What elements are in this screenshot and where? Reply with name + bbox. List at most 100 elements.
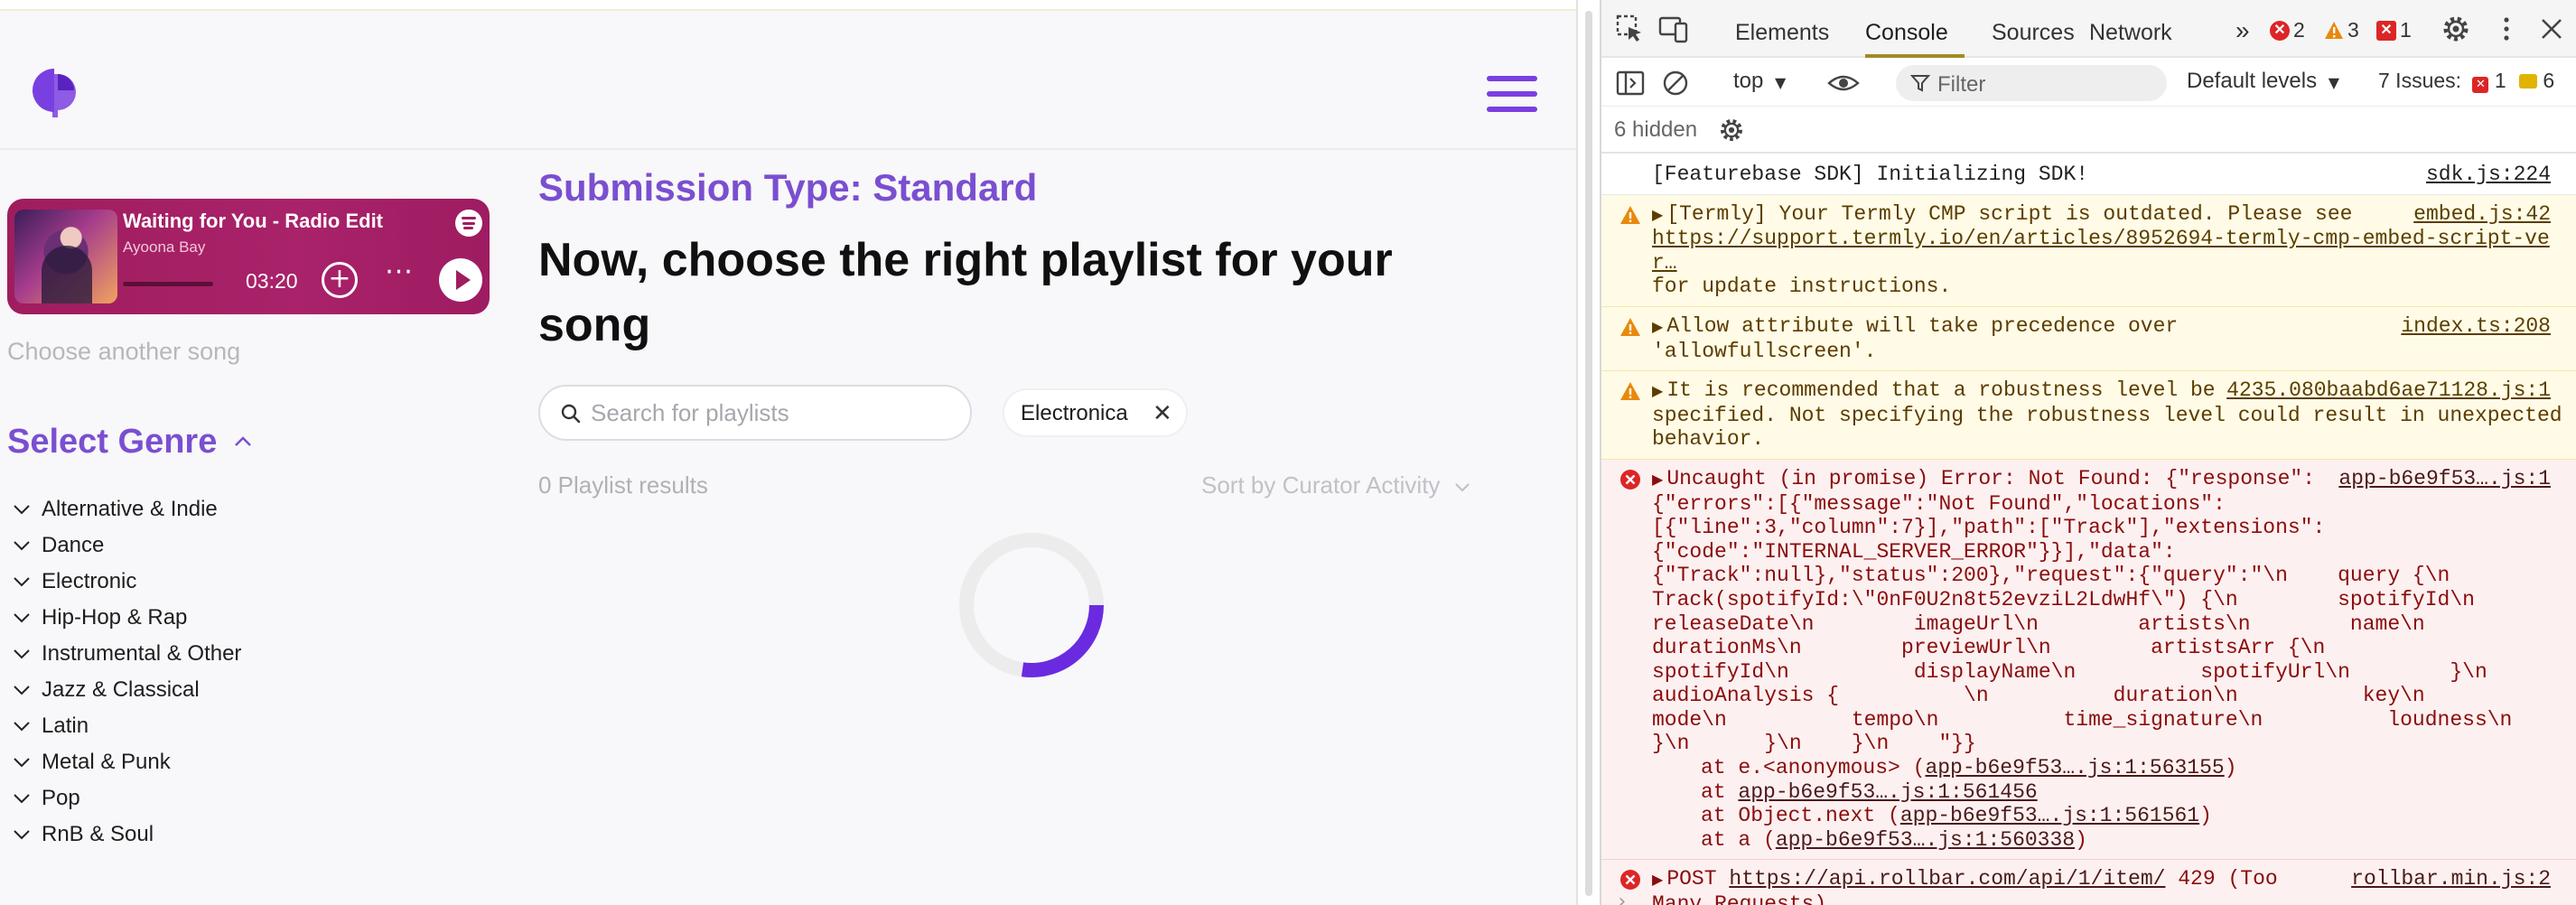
- chevron-down-icon: [14, 794, 30, 804]
- devtools-tab-bar: Elements Console Sources Network » ✕ 2 3 ✕ …: [1601, 0, 2576, 58]
- stack-frame-text: ): [2199, 804, 2212, 828]
- sort-dropdown[interactable]: Sort by Curator Activity: [1201, 471, 1472, 499]
- filter-chip[interactable]: Electronica ✕: [1003, 388, 1188, 437]
- expand-triangle-icon[interactable]: ▶: [1652, 382, 1663, 399]
- message-link[interactable]: https://api.rollbar.com/api/1/item/: [1729, 867, 2165, 891]
- stack-frame-link[interactable]: app-b6e9f53….js:1:561456: [1738, 780, 2037, 804]
- stack-frame-text: at a (: [1701, 827, 1776, 852]
- error-count: 2: [2293, 18, 2305, 42]
- clear-console-icon[interactable]: [1659, 67, 1692, 99]
- issues-label: 7 Issues:: [2378, 69, 2462, 92]
- expand-triangle-icon[interactable]: ▶: [1652, 318, 1663, 335]
- stack-frame-text: at: [1701, 779, 1739, 804]
- expand-triangle-icon[interactable]: ▶: [1652, 471, 1663, 488]
- genre-item[interactable]: RnB & Soul: [11, 816, 241, 853]
- stack-frame-text: at Object.next (: [1701, 804, 1900, 828]
- genre-label: Alternative & Indie: [42, 497, 218, 521]
- more-options-icon[interactable]: [2490, 13, 2523, 45]
- genre-item[interactable]: Pop: [11, 780, 241, 816]
- genre-item[interactable]: Metal & Punk: [11, 744, 241, 780]
- genre-item[interactable]: Alternative & Indie: [11, 491, 241, 527]
- inspect-element-icon[interactable]: [1614, 13, 1647, 45]
- more-options-icon[interactable]: ···: [381, 259, 417, 296]
- message-link[interactable]: https://support.termly.io/en/articles/89…: [1652, 227, 2550, 275]
- track-artist: Ayoona Bay: [123, 238, 206, 256]
- filter-icon: [1910, 75, 1930, 92]
- issue-info-icon: [2519, 74, 2538, 89]
- chevron-up-icon[interactable]: [233, 432, 253, 452]
- issues-counter[interactable]: 7 Issues: ✕ 1 6: [2378, 69, 2554, 93]
- tab-sources[interactable]: Sources: [1992, 20, 2075, 46]
- console-settings-icon[interactable]: [1717, 116, 1746, 145]
- playlist-search[interactable]: [538, 385, 972, 441]
- warning-count-badge[interactable]: 3: [2324, 18, 2359, 42]
- spotify-icon[interactable]: [455, 210, 482, 237]
- more-tabs-icon[interactable]: »: [2235, 16, 2250, 45]
- add-icon[interactable]: +: [322, 262, 358, 298]
- tab-network[interactable]: Network: [2089, 20, 2172, 46]
- error-count-badge[interactable]: ✕ 2: [2270, 18, 2305, 42]
- chevron-down-icon: [14, 649, 30, 659]
- choose-another-song-link[interactable]: Choose another song: [7, 338, 240, 366]
- filter-chip-label: Electronica: [1021, 401, 1128, 425]
- page-title: Now, choose the right playlist for your …: [538, 234, 1393, 351]
- genre-label: RnB & Soul: [42, 822, 154, 846]
- panel-resize-handle[interactable]: [1576, 0, 1601, 905]
- device-toolbar-icon[interactable]: [1657, 13, 1690, 45]
- sidebar-toggle-icon[interactable]: [1614, 67, 1647, 99]
- stack-frame-link[interactable]: app-b6e9f53….js:1:560338: [1776, 828, 2075, 852]
- expand-triangle-icon[interactable]: ▶: [1652, 871, 1663, 888]
- genre-label: Jazz & Classical: [42, 677, 200, 702]
- message-source-link[interactable]: rollbar.min.js:2: [2340, 867, 2551, 892]
- menu-icon[interactable]: [1487, 76, 1537, 112]
- console-prompt[interactable]: ›: [1616, 891, 1628, 905]
- log-levels-dropdown[interactable]: Default levels ▼: [2187, 69, 2339, 94]
- console-filter[interactable]: Filter: [1896, 65, 2167, 101]
- play-button[interactable]: [439, 258, 482, 302]
- dropdown-arrow-icon: ▼: [1775, 74, 1787, 91]
- search-input[interactable]: [591, 396, 952, 430]
- close-icon[interactable]: ✕: [1153, 401, 1172, 426]
- select-genre-heading[interactable]: Select Genre: [7, 423, 217, 462]
- gear-icon[interactable]: [2440, 13, 2472, 45]
- genre-item[interactable]: Latin: [11, 708, 241, 744]
- brand-logo-icon[interactable]: [31, 65, 81, 117]
- warning-icon: [1620, 205, 1640, 224]
- chevron-down-icon: [14, 830, 30, 840]
- context-selector[interactable]: top ▼: [1733, 69, 1786, 94]
- message-text: [Termly] Your Termly CMP script is outda…: [1666, 201, 2353, 226]
- genre-item[interactable]: Jazz & Classical: [11, 672, 241, 708]
- message-source-link[interactable]: 4235.080baabd6ae71128.js:1: [2216, 378, 2551, 403]
- issues-badge[interactable]: ✕ 1: [2376, 18, 2412, 42]
- message-source-link[interactable]: app-b6e9f53….js:1: [2328, 466, 2551, 491]
- close-devtools-icon[interactable]: [2535, 13, 2568, 45]
- message-text-continued: for update instructions.: [1652, 275, 1952, 299]
- genre-item[interactable]: Electronic: [11, 564, 241, 600]
- message-source-link[interactable]: index.ts:208: [2390, 313, 2551, 339]
- app-header: [0, 13, 1576, 150]
- message-text: [Featurebase SDK] Initializing SDK!: [1652, 163, 2089, 186]
- genre-item[interactable]: Hip-Hop & Rap: [11, 600, 241, 636]
- error-icon: ✕: [2270, 20, 2290, 41]
- stack-frame: at Object.next (app-b6e9f53….js:1:561561…: [1652, 804, 2565, 828]
- loading-spinner: [959, 533, 1104, 677]
- album-cover: [14, 210, 117, 303]
- genre-item[interactable]: Dance: [11, 527, 241, 564]
- tab-console[interactable]: Console: [1865, 20, 1948, 46]
- message-source-link[interactable]: sdk.js:224: [2415, 163, 2551, 187]
- eye-icon[interactable]: [1827, 67, 1860, 99]
- genre-label: Dance: [42, 533, 105, 557]
- stack-frame: at a (app-b6e9f53….js:1:560338): [1652, 828, 2565, 853]
- stack-frame: at app-b6e9f53….js:1:561456: [1652, 780, 2565, 805]
- genre-item[interactable]: Instrumental & Other: [11, 636, 241, 672]
- stack-frame-link[interactable]: app-b6e9f53….js:1:563155: [1925, 756, 2224, 779]
- issues-info-count: 6: [2543, 69, 2555, 92]
- message-text: Allow attribute will take precedence ove…: [1652, 313, 2179, 363]
- stack-frame-link[interactable]: app-b6e9f53….js:1:561561: [1900, 804, 2199, 827]
- message-source-link[interactable]: embed.js:42: [2403, 201, 2551, 227]
- tab-elements[interactable]: Elements: [1735, 20, 1829, 46]
- playback-progress-bar[interactable]: [123, 282, 213, 286]
- console-message-warning: embed.js:42 ▶ [Termly] Your Termly CMP scr…: [1601, 194, 2576, 307]
- expand-triangle-icon[interactable]: ▶: [1652, 206, 1663, 223]
- warning-count: 3: [2347, 18, 2359, 42]
